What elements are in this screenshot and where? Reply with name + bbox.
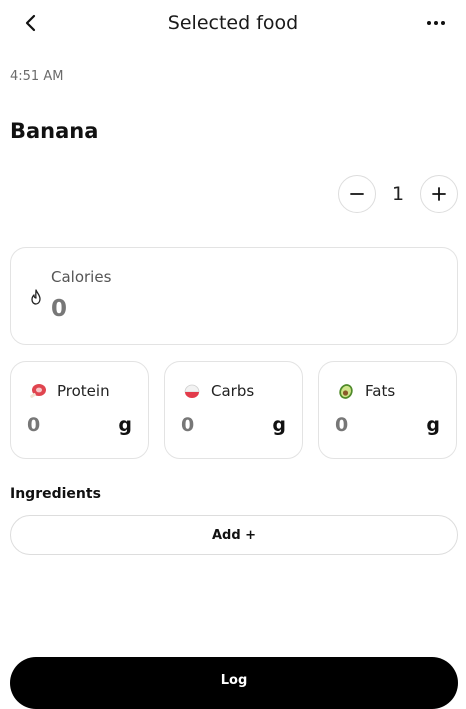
fats-value: 0 — [335, 414, 349, 436]
plus-icon — [432, 187, 446, 201]
carbs-card[interactable]: Carbs 0 g — [164, 361, 303, 459]
fats-card[interactable]: Fats 0 g — [318, 361, 457, 459]
fats-unit: g — [426, 414, 440, 436]
carbs-label: Carbs — [211, 382, 255, 400]
top-bar: Selected food — [0, 0, 466, 48]
flame-icon — [31, 289, 41, 305]
entry-time: 4:51 AM — [10, 69, 64, 84]
protein-value: 0 — [27, 414, 41, 436]
log-button[interactable]: Log — [10, 657, 458, 709]
more-options-button[interactable] — [422, 12, 450, 34]
avocado-icon — [339, 384, 353, 399]
protein-label: Protein — [57, 382, 110, 400]
carbs-unit: g — [272, 414, 286, 436]
protein-card[interactable]: Protein 0 g — [10, 361, 149, 459]
protein-unit: g — [118, 414, 132, 436]
food-name: Banana — [10, 119, 99, 143]
decrement-button[interactable] — [338, 175, 376, 213]
fats-label: Fats — [365, 382, 396, 400]
more-horizontal-icon — [427, 21, 445, 25]
page-title: Selected food — [167, 12, 299, 34]
minus-icon — [350, 193, 364, 195]
increment-button[interactable] — [420, 175, 458, 213]
quantity-value: 1 — [391, 183, 405, 205]
calories-card[interactable]: Calories 0 — [10, 247, 458, 345]
quantity-stepper: 1 — [338, 175, 458, 213]
carbs-value: 0 — [181, 414, 195, 436]
meat-icon — [30, 384, 46, 398]
add-ingredient-button[interactable]: Add + — [10, 515, 458, 555]
ingredients-heading: Ingredients — [10, 486, 101, 502]
calories-value: 0 — [51, 296, 68, 322]
calories-label: Calories — [51, 268, 112, 286]
rice-ball-icon — [184, 384, 200, 398]
